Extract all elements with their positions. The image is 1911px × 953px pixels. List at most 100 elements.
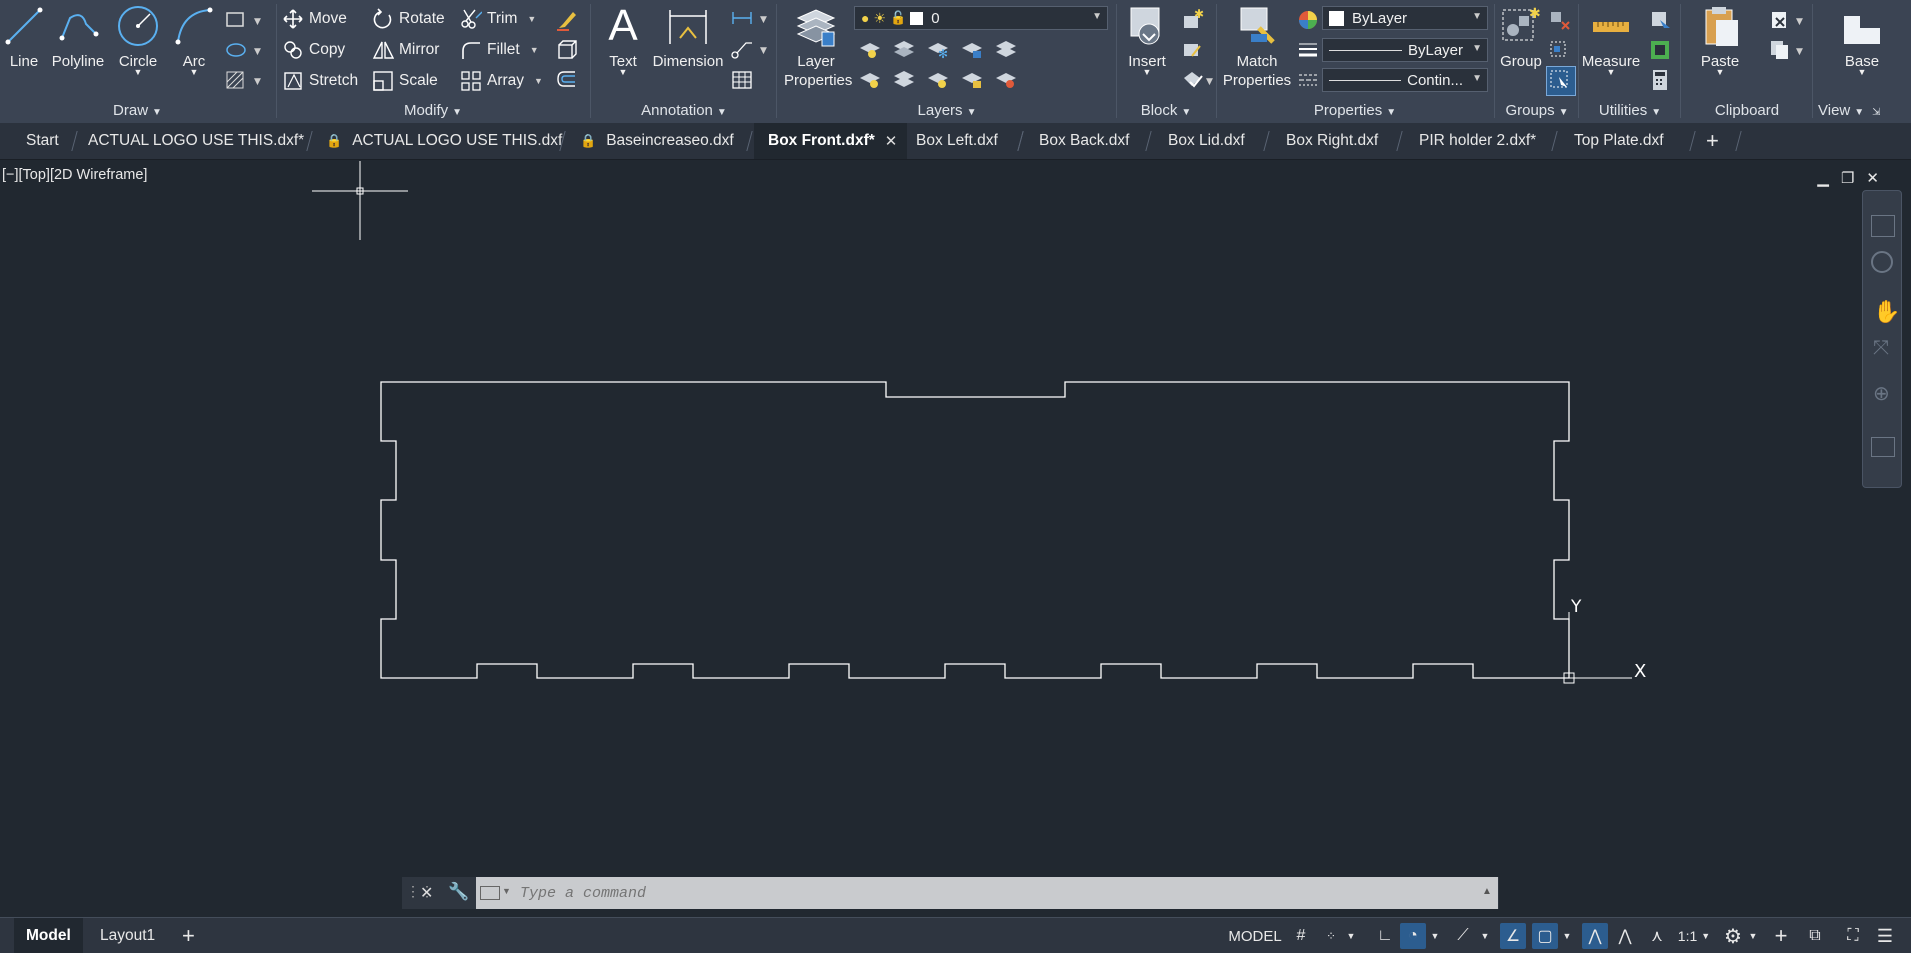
layer-freeze-icon[interactable]: ✻ — [926, 38, 950, 62]
insert-button[interactable]: Insert ▼ — [1122, 4, 1172, 77]
copy-button[interactable]: Copy — [282, 37, 345, 63]
circle-button[interactable]: Circle ▼ — [114, 4, 162, 77]
minimize-icon[interactable]: ▁ — [1817, 170, 1841, 187]
close-icon[interactable]: ✕ — [885, 132, 898, 150]
rectangle-icon[interactable]: ▼ — [224, 8, 261, 32]
layer-properties-button[interactable]: Layer Properties — [784, 4, 852, 90]
panel-expand-icon[interactable]: ⇲ — [1872, 107, 1880, 118]
select-all-icon[interactable] — [1648, 38, 1672, 62]
edit-attributes-icon[interactable]: ▼ — [1180, 68, 1216, 92]
plus-icon[interactable]: + — [1768, 923, 1794, 949]
copy-clip-icon[interactable]: ▼ — [1768, 38, 1808, 62]
tab-pir-holder[interactable]: PIR holder 2.dxf* — [1419, 123, 1536, 159]
draw-panel-title[interactable]: Draw ▼ — [0, 102, 275, 119]
tab-box-back[interactable]: Box Back.dxf — [1039, 123, 1129, 159]
new-tab-button[interactable]: + — [1706, 123, 1719, 159]
new-layout-button[interactable]: + — [182, 918, 195, 953]
ellipse-icon[interactable]: ▼ — [224, 38, 261, 62]
layer-previous-icon[interactable] — [892, 68, 916, 92]
tab-actual-logo-modified[interactable]: ACTUAL LOGO USE THIS.dxf* — [88, 123, 304, 159]
create-block-icon[interactable]: ✱ — [1180, 7, 1204, 32]
box-front-outline[interactable] — [380, 381, 1570, 679]
table-icon[interactable] — [730, 68, 754, 92]
chevron-down-icon[interactable]: ▼ — [502, 886, 511, 896]
cut-icon[interactable]: ▼ — [1768, 8, 1808, 32]
match-properties-button[interactable]: Match Properties — [1220, 4, 1294, 90]
tab-model[interactable]: Model — [14, 918, 83, 953]
isolate-objects-icon[interactable]: ⧉ — [1802, 923, 1828, 949]
layer-thaw-all-icon[interactable] — [926, 68, 950, 92]
trim-button[interactable]: Trim ▼ — [460, 6, 536, 32]
leader-icon[interactable]: ▼ — [730, 37, 770, 61]
customize-icon[interactable]: 🔧 — [448, 882, 469, 902]
pan-icon[interactable]: ✋ — [1873, 299, 1900, 325]
close-icon[interactable]: ✕ — [1866, 170, 1891, 187]
tab-box-left[interactable]: Box Left.dxf — [916, 123, 998, 159]
annotation-panel-title[interactable]: Annotation ▼ — [592, 102, 776, 119]
drawing-canvas[interactable]: X Y — [0, 159, 1911, 917]
object-snap-icon[interactable]: ▢ — [1532, 923, 1558, 949]
linetype-dropdown[interactable]: Contin... ▼ — [1322, 68, 1488, 92]
snap-mode-icon[interactable]: ⁘ — [1318, 923, 1344, 949]
text-dropdown-icon[interactable]: ▼ — [598, 67, 648, 77]
isodraft-icon[interactable]: ⟋ — [1450, 923, 1476, 949]
command-prompt-icon[interactable] — [480, 886, 500, 900]
modify-panel-title[interactable]: Modify ▼ — [278, 102, 588, 119]
linear-dimension-icon[interactable]: ▼ — [730, 6, 770, 30]
chevron-down-icon[interactable]: ▼ — [1428, 923, 1442, 949]
lineweight-dropdown[interactable]: ByLayer ▼ — [1322, 38, 1488, 62]
measure-button[interactable]: Measure ▼ — [1580, 4, 1642, 77]
tab-box-right[interactable]: Box Right.dxf — [1286, 123, 1378, 159]
block-panel-title[interactable]: Block ▼ — [1118, 102, 1214, 119]
calculator-icon[interactable] — [1648, 68, 1672, 92]
zoom-extents-icon[interactable]: ⤧ — [1873, 337, 1889, 360]
orbit-icon[interactable]: ⊕ — [1873, 381, 1890, 406]
close-icon[interactable]: ✕ — [420, 883, 433, 903]
layer-off-icon[interactable] — [858, 38, 882, 62]
tab-box-front[interactable]: Box Front.dxf* ✕ — [754, 123, 908, 159]
text-button[interactable]: A Text ▼ — [598, 4, 648, 78]
color-dropdown[interactable]: ByLayer ▼ — [1322, 6, 1488, 30]
tab-baseincreaseo[interactable]: 🔒 Baseincreaseo.dxf — [580, 123, 734, 159]
ortho-icon[interactable]: ∟ — [1372, 923, 1398, 949]
chevron-down-icon[interactable]: ▼ — [1560, 923, 1574, 949]
object-snap-tracking-icon[interactable]: ∠ — [1500, 923, 1526, 949]
viewport-controls-label[interactable]: [−][Top][2D Wireframe] — [2, 167, 147, 183]
quick-select-icon[interactable] — [1648, 8, 1672, 32]
layer-make-current-icon[interactable] — [858, 68, 882, 92]
viewcube-icon[interactable] — [1871, 215, 1895, 237]
view-panel-title[interactable]: View ▼ ⇲ — [1818, 102, 1911, 119]
layer-dropdown[interactable]: ● ☀ 🔓 0 ▼ — [854, 6, 1108, 30]
annotation-scale-icon[interactable]: ⋏ — [1644, 923, 1670, 949]
command-history-icon[interactable]: ▲ — [1482, 886, 1492, 897]
scale-dropdown[interactable]: 1:1 ▼ — [1674, 923, 1714, 949]
fullscreen-icon[interactable]: ⛶ — [1840, 923, 1866, 949]
tab-start[interactable]: Start — [26, 123, 59, 159]
steering-wheel-icon[interactable] — [1871, 251, 1893, 273]
layer-unlock-all-icon[interactable] — [960, 68, 984, 92]
chevron-down-icon[interactable]: ▼ — [1746, 923, 1760, 949]
annotation-visibility-icon[interactable]: ⋀ — [1582, 923, 1608, 949]
dimension-button[interactable]: Dimension — [650, 4, 726, 71]
groups-panel-title[interactable]: Groups ▼ — [1496, 102, 1578, 119]
restore-icon[interactable]: ❐ — [1841, 170, 1866, 187]
paste-button[interactable]: Paste ▼ — [1698, 4, 1742, 77]
move-button[interactable]: Move — [282, 6, 347, 32]
menu-icon[interactable]: ☰ — [1872, 923, 1898, 949]
stretch-button[interactable]: Stretch — [282, 68, 358, 94]
edit-block-icon[interactable] — [1180, 38, 1204, 62]
properties-panel-title[interactable]: Properties ▼ — [1218, 102, 1492, 119]
offset-icon[interactable] — [555, 68, 579, 92]
line-button[interactable]: Line — [2, 4, 46, 71]
polar-tracking-icon[interactable]: ◔ — [1400, 923, 1426, 949]
layers-panel-title[interactable]: Layers ▼ — [778, 102, 1116, 119]
gear-icon[interactable]: ⚙ — [1720, 923, 1746, 949]
chevron-down-icon[interactable]: ▼ — [1478, 923, 1492, 949]
utilities-panel-title[interactable]: Utilities ▼ — [1580, 102, 1680, 119]
tab-actual-logo[interactable]: 🔒 ACTUAL LOGO USE THIS.dxf — [326, 123, 562, 159]
layer-match-icon[interactable] — [994, 38, 1018, 62]
array-button[interactable]: Array ▼ — [460, 68, 543, 94]
ungroup-icon[interactable] — [1548, 8, 1572, 32]
arc-button[interactable]: Arc ▼ — [172, 4, 216, 77]
layer-isolate-icon[interactable] — [892, 38, 916, 62]
